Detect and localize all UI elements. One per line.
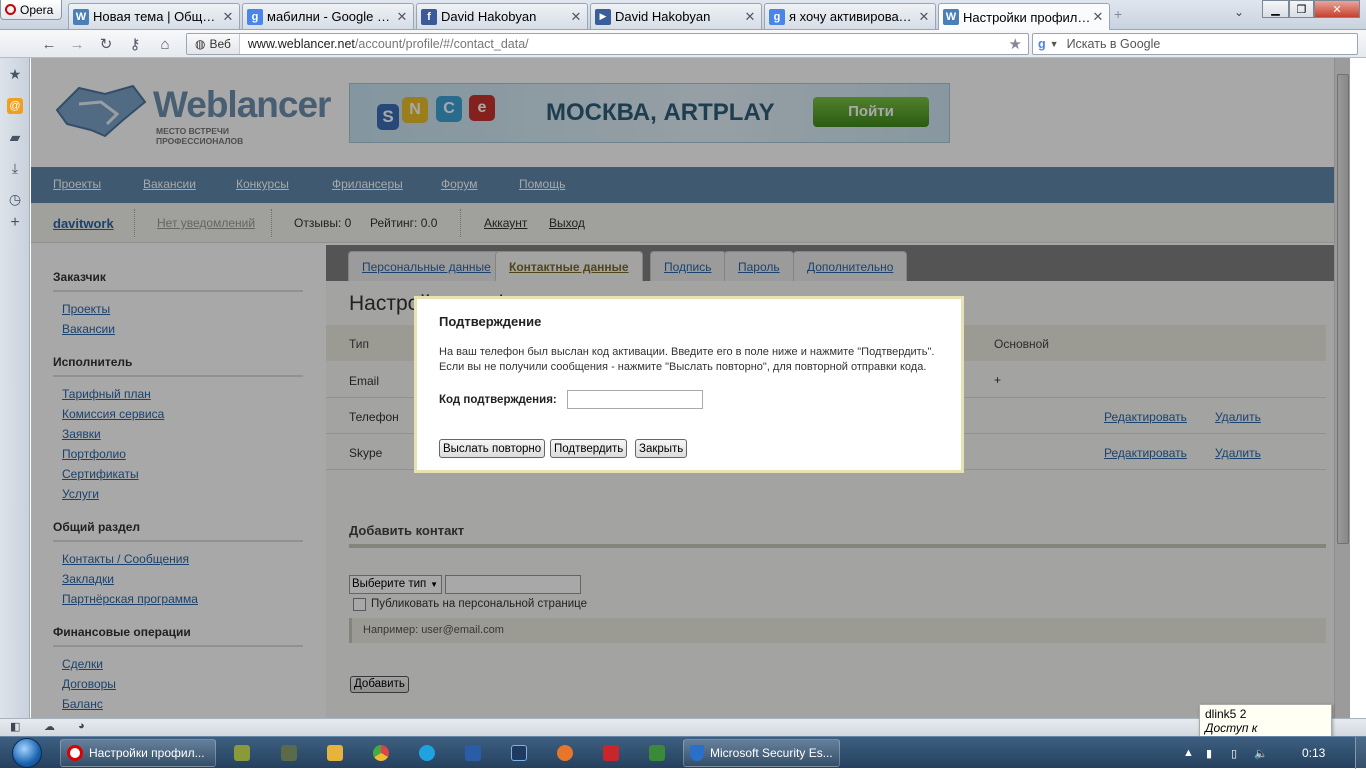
close-tab-icon[interactable]: ✕ xyxy=(221,9,235,25)
windows-logo-icon xyxy=(12,738,42,768)
opera-menu-label: Opera xyxy=(20,2,54,17)
speed-dial-icon[interactable]: ◕ xyxy=(78,720,85,732)
downloads-icon[interactable]: ⤓ xyxy=(7,160,23,176)
browser-tab-active[interactable]: W Настройки профиля | ... ✕ xyxy=(938,3,1110,30)
clock[interactable]: 0:13 xyxy=(1302,746,1325,760)
taskbar-item-security-essentials[interactable]: Microsoft Security Es... xyxy=(683,739,840,767)
video-favicon-icon: ▶ xyxy=(595,8,611,25)
acrobat-icon[interactable] xyxy=(603,745,619,761)
facebook-favicon-icon: f xyxy=(421,8,437,25)
browser-tab-title: мабилни - Google Sea... xyxy=(267,9,395,24)
opera-side-panel: ★ @ ▰ ⤓ ◷ + xyxy=(0,58,30,718)
browser-tab-title: Настройки профиля | ... xyxy=(963,9,1091,25)
key-icon[interactable]: ⚷ xyxy=(124,34,146,54)
battery-icon[interactable]: ▯ xyxy=(1231,747,1237,760)
network-signal-icon[interactable]: ▮ xyxy=(1206,747,1212,760)
close-tab-icon[interactable]: ✕ xyxy=(917,9,931,25)
browser-status-bar: ◧ ☁ ◕ xyxy=(0,718,1366,736)
browser-tab[interactable]: g я хочу активировать с... ✕ xyxy=(764,3,936,29)
dialog-message-line: На ваш телефон был выслан код активации.… xyxy=(439,346,935,358)
chrome-icon[interactable] xyxy=(373,745,389,761)
url-path: /account/profile/#/contact_data/ xyxy=(354,37,529,51)
opera-icon xyxy=(67,745,83,761)
add-panel-icon[interactable]: + xyxy=(7,214,23,231)
google-favicon-icon: g xyxy=(769,8,785,25)
browser-tab-bar: Opera W Новая тема | Общени... ✕ g мабил… xyxy=(0,0,1366,30)
confirm-button[interactable]: Подтвердить xyxy=(550,439,628,458)
browser-tab-title: я хочу активировать с... xyxy=(789,9,917,24)
forward-arrow-icon[interactable]: → xyxy=(66,34,88,54)
taskbar-item-label: Настройки профил... xyxy=(89,746,205,760)
spreadsheet-icon[interactable] xyxy=(649,745,665,761)
browser-tab-title: Новая тема | Общени... xyxy=(93,9,221,24)
search-placeholder: Искать в Google xyxy=(1066,37,1161,51)
skype-icon[interactable] xyxy=(419,745,435,761)
weblancer-favicon-icon: W xyxy=(943,9,959,25)
browser-tab[interactable]: f David Hakobyan ✕ xyxy=(416,3,588,29)
show-hidden-icons-icon[interactable]: ▲ xyxy=(1183,747,1194,759)
search-field[interactable]: g ▼ Искать в Google xyxy=(1032,33,1358,55)
history-clock-icon[interactable]: ◷ xyxy=(7,191,23,207)
dialog-message: На ваш телефон был выслан код активации.… xyxy=(439,345,954,375)
close-tab-icon[interactable]: ✕ xyxy=(569,9,583,25)
browser-tab-title: David Hakobyan xyxy=(441,9,537,24)
home-icon[interactable]: ⌂ xyxy=(154,34,176,54)
media-player-icon[interactable] xyxy=(327,745,343,761)
dialog-message-line: Если вы не получили сообщения - нажмите … xyxy=(439,361,927,373)
windows-taskbar: Настройки профил... Microsoft Security E… xyxy=(0,736,1366,769)
address-field[interactable]: ◍ Веб www.weblancer.net/account/profile/… xyxy=(186,33,1029,55)
security-essentials-icon xyxy=(690,745,704,761)
bookmark-star-icon[interactable]: ★ xyxy=(1009,35,1022,53)
opera-menu-button[interactable]: Opera xyxy=(0,0,62,20)
tab-list-chevron-down-icon[interactable]: ⌄ xyxy=(1234,5,1244,19)
opera-unite-cloud-icon[interactable]: ☁ xyxy=(44,720,55,733)
close-tab-icon[interactable]: ✕ xyxy=(1091,9,1105,25)
close-window-button[interactable]: ✕ xyxy=(1314,0,1360,18)
code-field-label: Код подтверждения: xyxy=(439,394,557,406)
pinned-app-icon[interactable] xyxy=(281,745,297,761)
maximize-window-button[interactable]: ❐ xyxy=(1289,0,1314,18)
photoshop-icon[interactable] xyxy=(511,745,527,761)
panel-toggle-icon[interactable]: ◧ xyxy=(10,720,20,733)
tooltip-network-name: dlink5 2 xyxy=(1205,707,1247,721)
notes-icon[interactable]: ▰ xyxy=(7,129,23,145)
browser-tab[interactable]: g мабилни - Google Sea... ✕ xyxy=(242,3,414,29)
browser-tab-title: David Hakobyan xyxy=(615,9,711,24)
volume-icon[interactable]: 🔈 xyxy=(1254,747,1268,760)
url-text: www.weblancer.net/account/profile/#/cont… xyxy=(240,37,529,51)
weblancer-favicon-icon: W xyxy=(73,8,89,25)
close-tab-icon[interactable]: ✕ xyxy=(395,9,409,25)
search-engine-dropdown-icon[interactable]: ▼ xyxy=(1050,39,1059,49)
taskbar-item-opera[interactable]: Настройки профил... xyxy=(60,739,216,767)
show-desktop-button[interactable] xyxy=(1355,737,1366,769)
site-info-button[interactable]: ◍ Веб xyxy=(187,34,240,54)
close-dialog-button[interactable]: Закрыть xyxy=(635,439,688,458)
opera-logo-icon xyxy=(5,4,16,15)
reload-icon[interactable]: ↻ xyxy=(95,34,117,54)
mail-icon[interactable]: @ xyxy=(7,98,23,114)
url-domain: www.weblancer.net xyxy=(247,37,355,51)
globe-icon: ◍ xyxy=(195,37,206,51)
google-icon: g xyxy=(1038,37,1046,51)
pinned-app-icon[interactable] xyxy=(234,745,250,761)
close-tab-icon[interactable]: ✕ xyxy=(743,9,757,25)
back-arrow-icon[interactable]: ← xyxy=(38,34,60,54)
dialog-title: Подтверждение xyxy=(439,314,542,329)
taskbar-item-label: Microsoft Security Es... xyxy=(710,746,833,760)
firefox-icon[interactable] xyxy=(557,745,573,761)
site-info-label: Веб xyxy=(209,37,231,51)
new-tab-icon[interactable]: + xyxy=(1114,6,1122,22)
browser-tab[interactable]: W Новая тема | Общени... ✕ xyxy=(68,3,240,29)
network-tooltip: dlink5 2 Доступ к Интернету xyxy=(1199,704,1332,749)
minimize-window-button[interactable]: ▁ xyxy=(1262,0,1289,18)
address-toolbar: ← → ↻ ⚷ ⌂ ◍ Веб www.weblancer.net/accoun… xyxy=(0,30,1366,58)
browser-tab[interactable]: ▶ David Hakobyan ✕ xyxy=(590,3,762,29)
google-favicon-icon: g xyxy=(247,8,263,25)
bookmarks-star-icon[interactable]: ★ xyxy=(7,66,23,82)
confirmation-code-input[interactable] xyxy=(567,390,703,409)
word-icon[interactable] xyxy=(465,745,481,761)
resend-code-button[interactable]: Выслать повторно xyxy=(439,439,546,458)
confirmation-dialog: Подтверждение На ваш телефон был выслан … xyxy=(414,296,964,473)
start-button[interactable] xyxy=(8,737,46,769)
